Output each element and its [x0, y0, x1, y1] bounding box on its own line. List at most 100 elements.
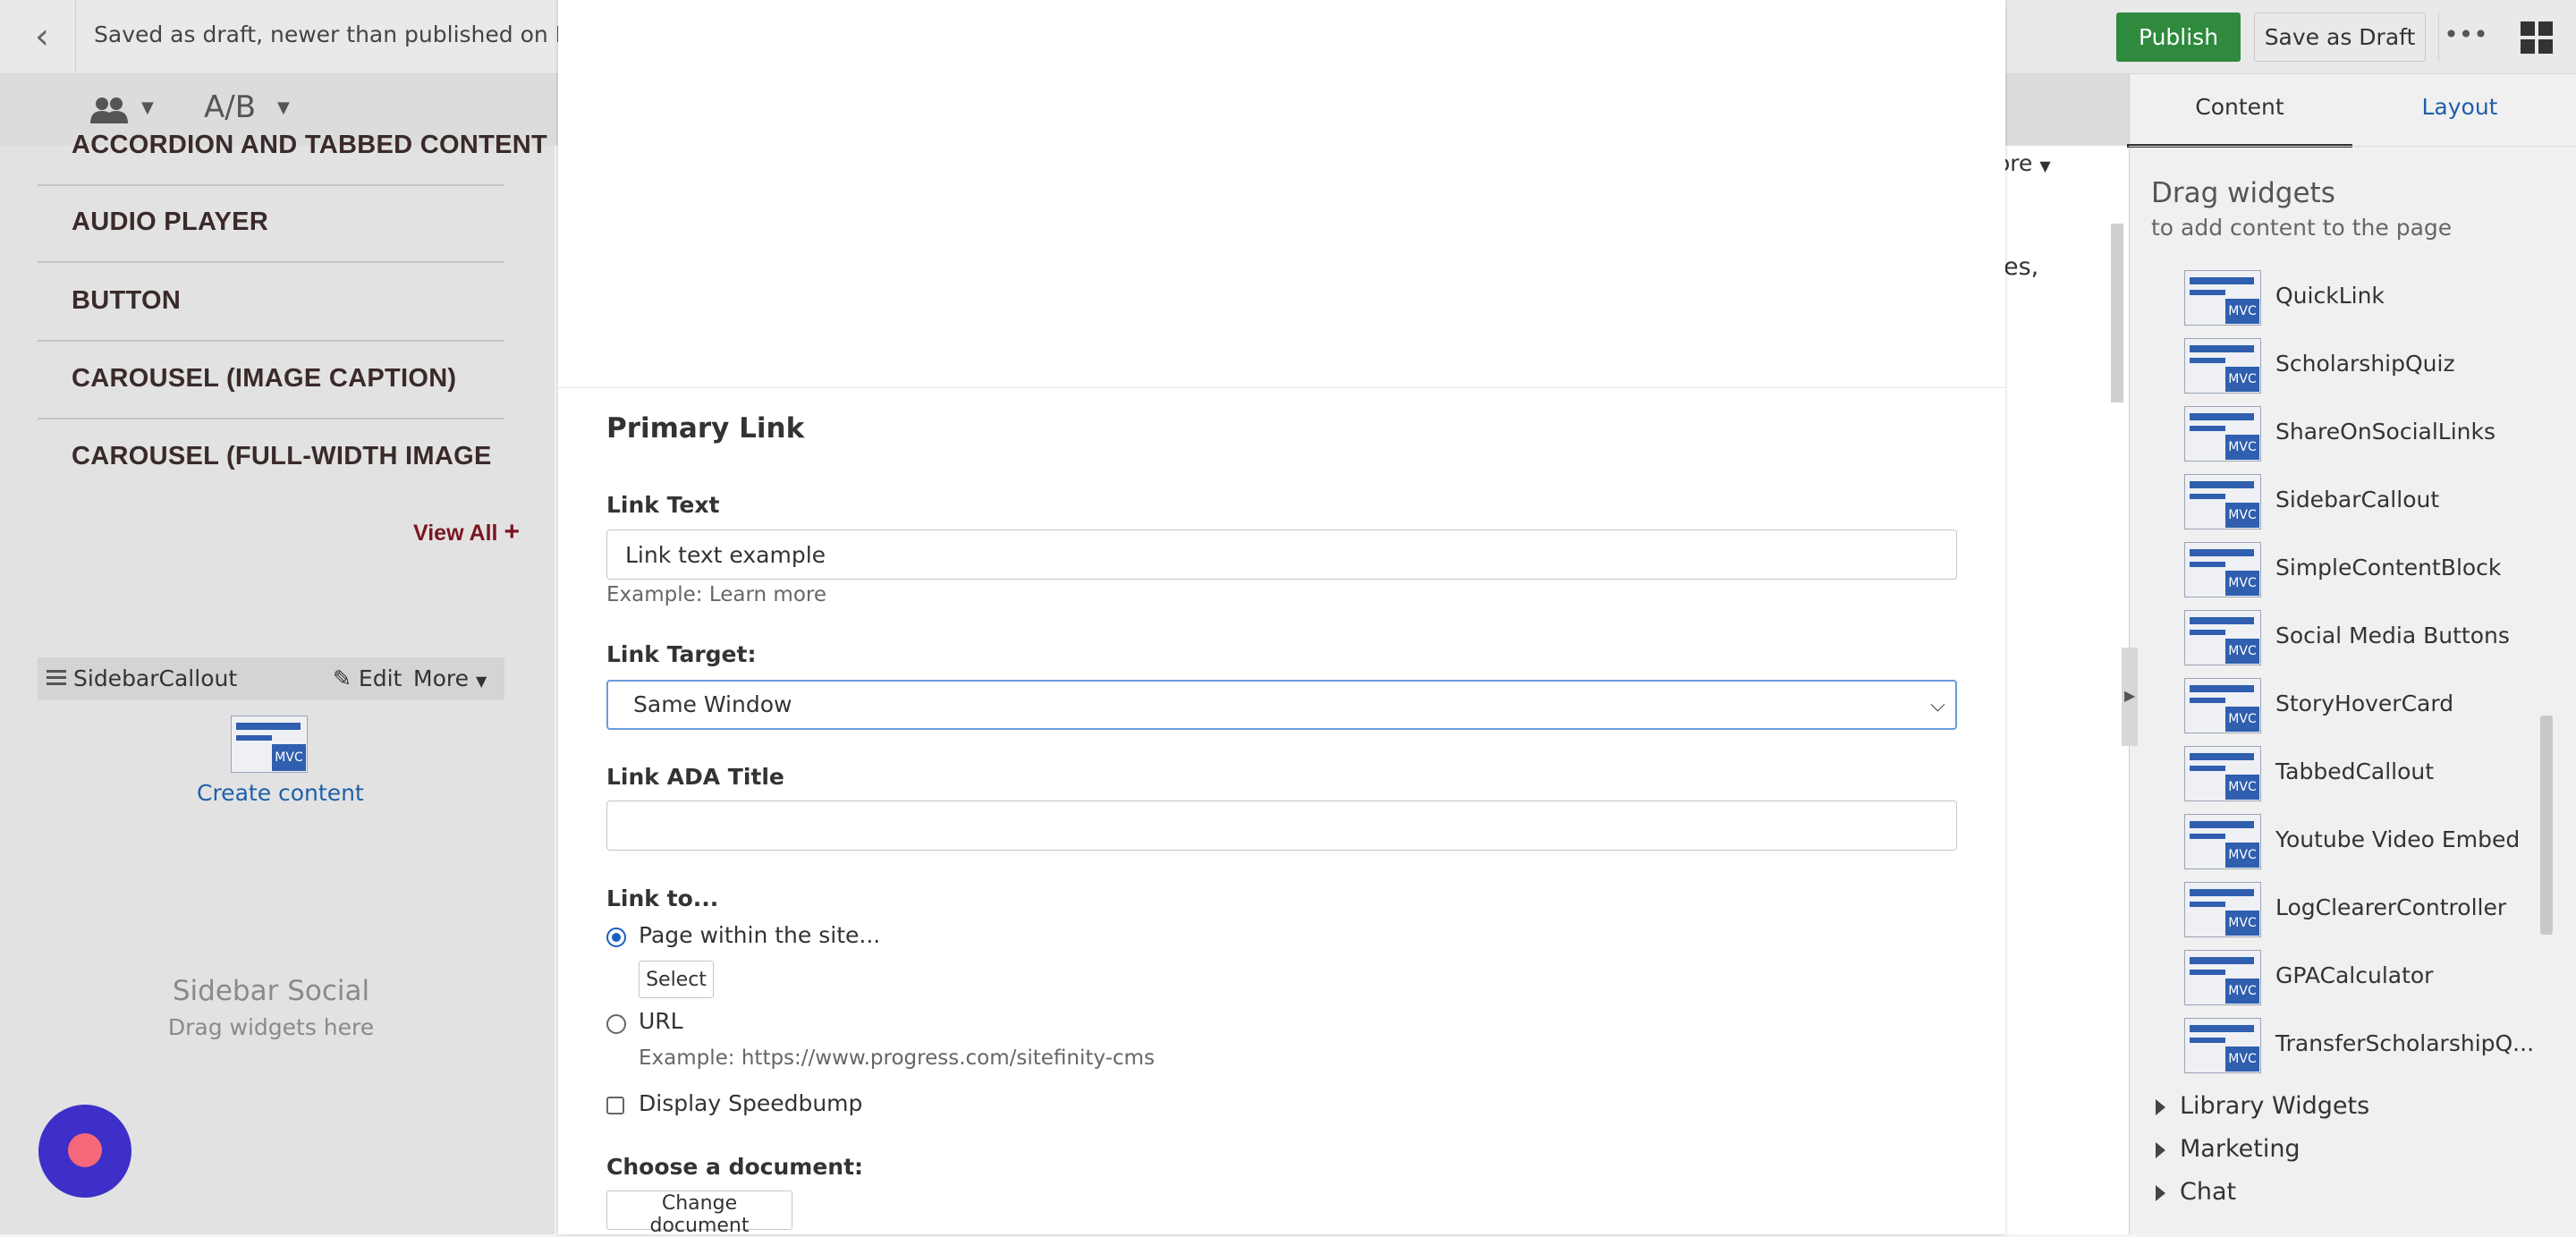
drop-zone-title: Sidebar Social — [172, 975, 370, 1007]
chevron-down-icon: ⌵ — [1930, 694, 1945, 716]
radio-url[interactable] — [606, 1014, 626, 1034]
link-target-select[interactable]: Same Window — [606, 680, 1957, 730]
widget-category-item[interactable]: ACCORDION AND TABBED CONTENT — [38, 107, 547, 186]
mvc-widget-icon: MVC — [2184, 270, 2261, 326]
tab-layout[interactable]: Layout — [2379, 74, 2540, 144]
widget-category-label: CAROUSEL (IMAGE CAPTION) — [72, 364, 457, 393]
tab-content[interactable]: Content — [2127, 74, 2352, 148]
mvc-tag: MVC — [2225, 503, 2259, 528]
category-library-widgets[interactable]: Library Widgets — [2156, 1092, 2369, 1120]
radio-url-label: URL — [639, 1008, 683, 1034]
app-grid-icon[interactable] — [2519, 20, 2555, 55]
more-options-icon[interactable]: ••• — [2438, 13, 2493, 62]
plus-icon: + — [504, 517, 520, 546]
category-label: Chat — [2180, 1178, 2237, 1206]
widget-list-label: Social Media Buttons — [2275, 623, 2510, 648]
link-text-hint: Example: Learn more — [606, 583, 827, 606]
collapse-panel-handle[interactable]: ▶ — [2122, 648, 2138, 746]
category-label: Library Widgets — [2180, 1092, 2370, 1120]
more-label: More — [413, 665, 469, 691]
display-speedbump-checkbox[interactable] — [606, 1097, 624, 1114]
save-as-draft-button[interactable]: Save as Draft — [2254, 13, 2426, 62]
widget-category-item[interactable]: BUTTON — [38, 263, 504, 342]
publish-button[interactable]: Publish — [2116, 13, 2241, 62]
widget-list-item[interactable]: MVC SimpleContentBlock — [2182, 542, 2540, 597]
widget-list-label: SidebarCallout — [2275, 487, 2440, 513]
expand-triangle-icon — [2156, 1098, 2165, 1115]
widget-list-item[interactable]: MVC SidebarCallout — [2182, 474, 2540, 530]
link-text-input[interactable] — [606, 530, 1957, 580]
view-all-label: View All — [413, 521, 498, 546]
widget-category-label: ACCORDION AND TABBED CONTENT — [72, 131, 547, 159]
link-target-label: Link Target: — [606, 641, 757, 667]
drag-handle-icon[interactable] — [47, 669, 66, 687]
widget-list-label: ShareOnSocialLinks — [2275, 419, 2496, 445]
widget-list-label: Youtube Video Embed — [2275, 826, 2521, 852]
widget-list-item[interactable]: MVC LogClearerController — [2182, 882, 2540, 937]
link-to-label: Link to... — [606, 885, 719, 911]
mvc-tag: MVC — [272, 744, 306, 771]
back-arrow-icon[interactable]: ‹ — [20, 13, 64, 61]
widget-list-label: QuickLink — [2275, 283, 2385, 309]
create-content-link[interactable]: Create content — [197, 780, 364, 806]
change-document-button[interactable]: Change document — [606, 1190, 792, 1237]
background-text: es, — [2004, 253, 2039, 281]
mvc-tag: MVC — [2225, 367, 2259, 392]
mvc-tag: MVC — [2225, 639, 2259, 664]
mvc-tag: MVC — [2225, 571, 2259, 596]
widget-category-label: BUTTON — [72, 286, 182, 315]
mvc-tag: MVC — [2225, 1046, 2259, 1072]
panel-scrollbar[interactable] — [2540, 716, 2553, 935]
widget-list-item[interactable]: MVC Youtube Video Embed — [2182, 814, 2540, 869]
mvc-tag: MVC — [2225, 843, 2259, 868]
edit-label: Edit — [358, 665, 402, 691]
widget-list-label: ScholarshipQuiz — [2275, 351, 2455, 377]
widget-list-item[interactable]: MVC ScholarshipQuiz — [2182, 338, 2540, 394]
mvc-widget-icon: MVC — [231, 716, 308, 773]
chat-icon — [68, 1133, 102, 1167]
category-marketing[interactable]: Marketing — [2156, 1135, 2301, 1163]
chevron-right-icon: ▶ — [2124, 687, 2136, 704]
widget-more-button[interactable]: More ▼ — [413, 665, 487, 691]
widget-list-label: SimpleContentBlock — [2275, 555, 2502, 580]
widget-category-item[interactable]: CAROUSEL (FULL-WIDTH IMAGE — [38, 419, 504, 494]
expand-triangle-icon — [2156, 1184, 2165, 1201]
widget-category-label: AUDIO PLAYER — [72, 208, 269, 236]
link-text-label: Link Text — [606, 492, 720, 518]
widget-list-item[interactable]: MVC Social Media Buttons — [2182, 610, 2540, 665]
category-label: Marketing — [2180, 1135, 2301, 1163]
section-title: Primary Link — [606, 412, 805, 445]
widget-list-item[interactable]: MVC TabbedCallout — [2182, 746, 2540, 801]
canvas-scrollbar[interactable] — [2111, 224, 2123, 402]
widget-category-item[interactable]: CAROUSEL (IMAGE CAPTION) — [38, 341, 504, 419]
select-page-button[interactable]: Select — [639, 961, 714, 998]
divider — [75, 0, 76, 73]
expand-triangle-icon — [2156, 1141, 2165, 1158]
widget-list-item[interactable]: MVC StoryHoverCard — [2182, 678, 2540, 733]
mvc-widget-icon: MVC — [2184, 338, 2261, 394]
speedbump-label: Display Speedbump — [639, 1090, 863, 1116]
link-ada-title-input[interactable] — [606, 801, 1957, 851]
widget-list-label: GPACalculator — [2275, 962, 2434, 988]
mvc-widget-icon: MVC — [2184, 814, 2261, 869]
mvc-widget-icon: MVC — [2184, 474, 2261, 530]
widget-list-item[interactable]: MVC QuickLink — [2182, 270, 2540, 326]
caret-down-icon: ▼ — [475, 673, 487, 690]
widget-edit-button[interactable]: ✎ Edit — [333, 665, 402, 691]
mvc-tag: MVC — [2225, 979, 2259, 1004]
widget-list-item[interactable]: MVC GPACalculator — [2182, 950, 2540, 1005]
widget-category-item[interactable]: AUDIO PLAYER — [38, 184, 504, 263]
view-all-link[interactable]: View All + — [413, 517, 520, 547]
draft-status-message: Saved as draft, newer than published on … — [94, 21, 638, 47]
link-ada-title-label: Link ADA Title — [606, 764, 784, 790]
page-canvas-right — [2004, 146, 2129, 1234]
widget-list-item[interactable]: MVC ShareOnSocialLinks — [2182, 406, 2540, 462]
widget-list-label: TransferScholarshipQ... — [2275, 1030, 2535, 1056]
category-chat[interactable]: Chat — [2156, 1178, 2236, 1206]
panel-title: Drag widgets — [2151, 177, 2335, 209]
mvc-widget-icon: MVC — [2184, 1018, 2261, 1073]
radio-page-within-site[interactable] — [606, 928, 626, 947]
mvc-widget-icon: MVC — [2184, 542, 2261, 597]
mvc-tag: MVC — [2225, 707, 2259, 732]
widget-list-item[interactable]: MVC TransferScholarshipQ... — [2182, 1018, 2540, 1073]
